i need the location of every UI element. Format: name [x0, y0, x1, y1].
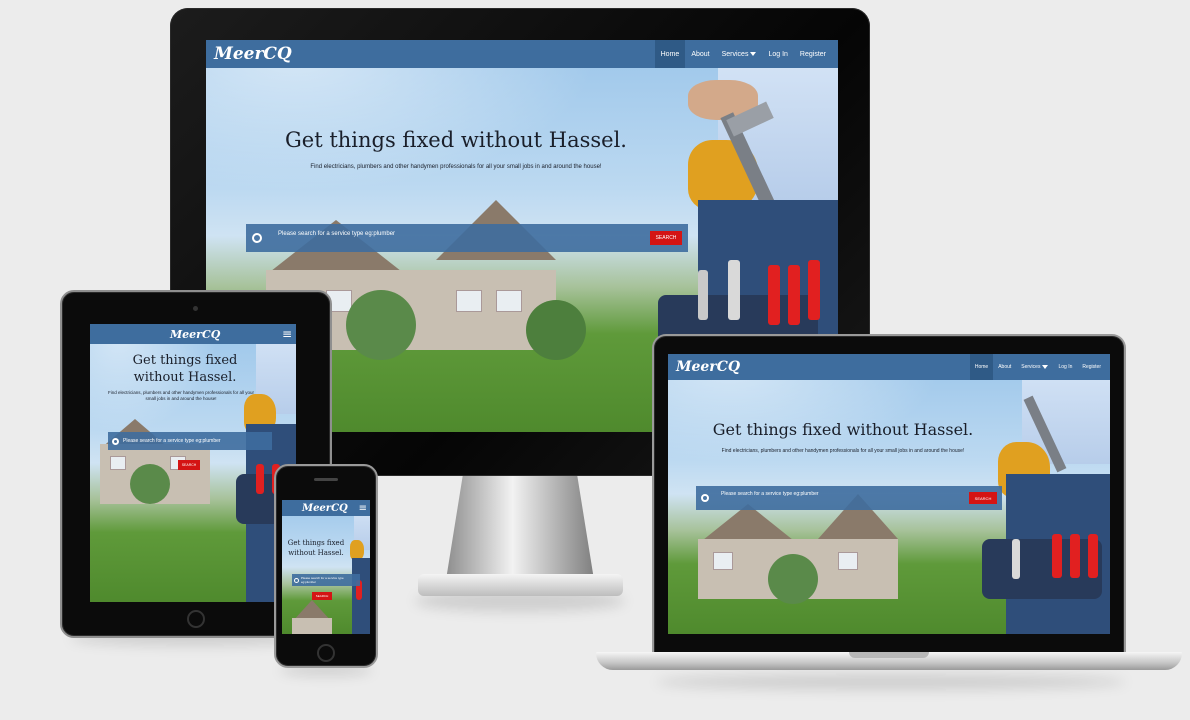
laptop-shadow [656, 674, 1126, 690]
tablet-search-button[interactable]: SEARCH [178, 460, 200, 470]
laptop-nav-services-label: Services [1021, 364, 1041, 370]
laptop-nav-menu: Home About Services Log In Register [969, 354, 1106, 380]
tablet-title-line-2: without Hassel. [133, 370, 237, 385]
brand-logo[interactable]: MeerCQ [214, 44, 292, 64]
laptop-chevron-down-icon [1042, 365, 1049, 369]
laptop-notch [849, 652, 929, 658]
laptop-nav-services[interactable]: Services [1016, 354, 1053, 380]
tablet-camera [193, 306, 198, 311]
phone-search-input[interactable]: Please search for a service type eg:plum… [301, 576, 358, 584]
phone-search-bar: Please search for a service type eg:plum… [292, 574, 360, 586]
nav-menu: Home About Services Log In Register [654, 40, 832, 68]
nav-register[interactable]: Register [794, 40, 832, 68]
phone-screen: MeerCQ ≡ Get things fixed without Hassel… [282, 500, 370, 634]
phone-hamburger-menu-icon[interactable]: ≡ [359, 503, 367, 514]
phone-search-icon [294, 577, 299, 583]
laptop-search-icon [701, 494, 709, 502]
search-icon [252, 233, 262, 243]
tablet-search-input[interactable]: Please search for a service type eg:plum… [123, 438, 268, 444]
tablet-home-button[interactable] [187, 610, 205, 628]
nav-services[interactable]: Services [716, 40, 763, 68]
laptop-hero-subtitle: Find electricians, plumbers and other ha… [721, 448, 965, 454]
monitor-base [418, 574, 623, 596]
phone-brand-logo[interactable]: MeerCQ [302, 503, 348, 514]
hero-subtitle: Find electricians, plumbers and other ha… [310, 164, 602, 170]
laptop-search-input[interactable]: Please search for a service type eg:plum… [721, 491, 969, 497]
phone-handyman-image [348, 500, 370, 634]
tablet-brand-logo[interactable]: MeerCQ [170, 328, 220, 341]
nav-services-label: Services [721, 50, 749, 58]
tablet-navbar: MeerCQ ≡ [90, 324, 296, 344]
laptop-search-bar: Please search for a service type eg:plum… [696, 486, 1002, 510]
phone-speaker [314, 478, 338, 481]
laptop-brand-logo[interactable]: MeerCQ [676, 359, 740, 375]
laptop-nav-register[interactable]: Register [1077, 354, 1106, 380]
hero-title: Get things fixed without Hassel. [285, 128, 627, 152]
search-input[interactable]: Please search for a service type eg:plum… [278, 231, 650, 237]
laptop-nav-about[interactable]: About [993, 354, 1016, 380]
phone-home-button[interactable] [317, 644, 335, 662]
laptop-screen: MeerCQ Home About Services Log In Regist… [668, 354, 1110, 634]
phone-title-line-2: without Hassel. [288, 549, 344, 557]
laptop-device: MeerCQ Home About Services Log In Regist… [596, 334, 1182, 694]
nav-about[interactable]: About [685, 40, 715, 68]
monitor-stand [445, 474, 595, 586]
search-bar: Please search for a service type eg:plum… [246, 224, 688, 252]
tablet-title-line-1: Get things fixed [132, 353, 238, 368]
tablet-hero-title: Get things fixed without Hassel. [100, 352, 270, 386]
hamburger-menu-icon[interactable]: ≡ [282, 327, 292, 341]
search-button[interactable]: SEARCH [650, 231, 682, 245]
tablet-search-bar: Please search for a service type eg:plum… [108, 432, 272, 450]
navbar: MeerCQ Home About Services Log In Regist… [206, 40, 838, 68]
chevron-down-icon [750, 52, 757, 56]
phone-search-button[interactable]: SEARCH [312, 592, 332, 600]
phone-title-line-1: Get things fixed [287, 539, 345, 547]
nav-login[interactable]: Log In [762, 40, 793, 68]
laptop-nav-home[interactable]: Home [969, 354, 994, 380]
tablet-hero-subtitle: Find electricians, plumbers and other ha… [107, 390, 255, 401]
tablet-search-icon [112, 437, 119, 445]
laptop-navbar: MeerCQ Home About Services Log In Regist… [668, 354, 1110, 380]
tablet-screen: MeerCQ ≡ Get things fixed without Hassel… [90, 324, 296, 602]
phone-device: MeerCQ ≡ Get things fixed without Hassel… [274, 464, 378, 676]
laptop-search-button[interactable]: SEARCH [969, 492, 997, 504]
phone-hero-title: Get things fixed without Hassel. [284, 538, 348, 558]
laptop-hero-title: Get things fixed without Hassel. [712, 420, 974, 439]
nav-home[interactable]: Home [654, 40, 686, 68]
phone-navbar: MeerCQ ≡ [282, 500, 370, 516]
laptop-nav-login[interactable]: Log In [1053, 354, 1077, 380]
